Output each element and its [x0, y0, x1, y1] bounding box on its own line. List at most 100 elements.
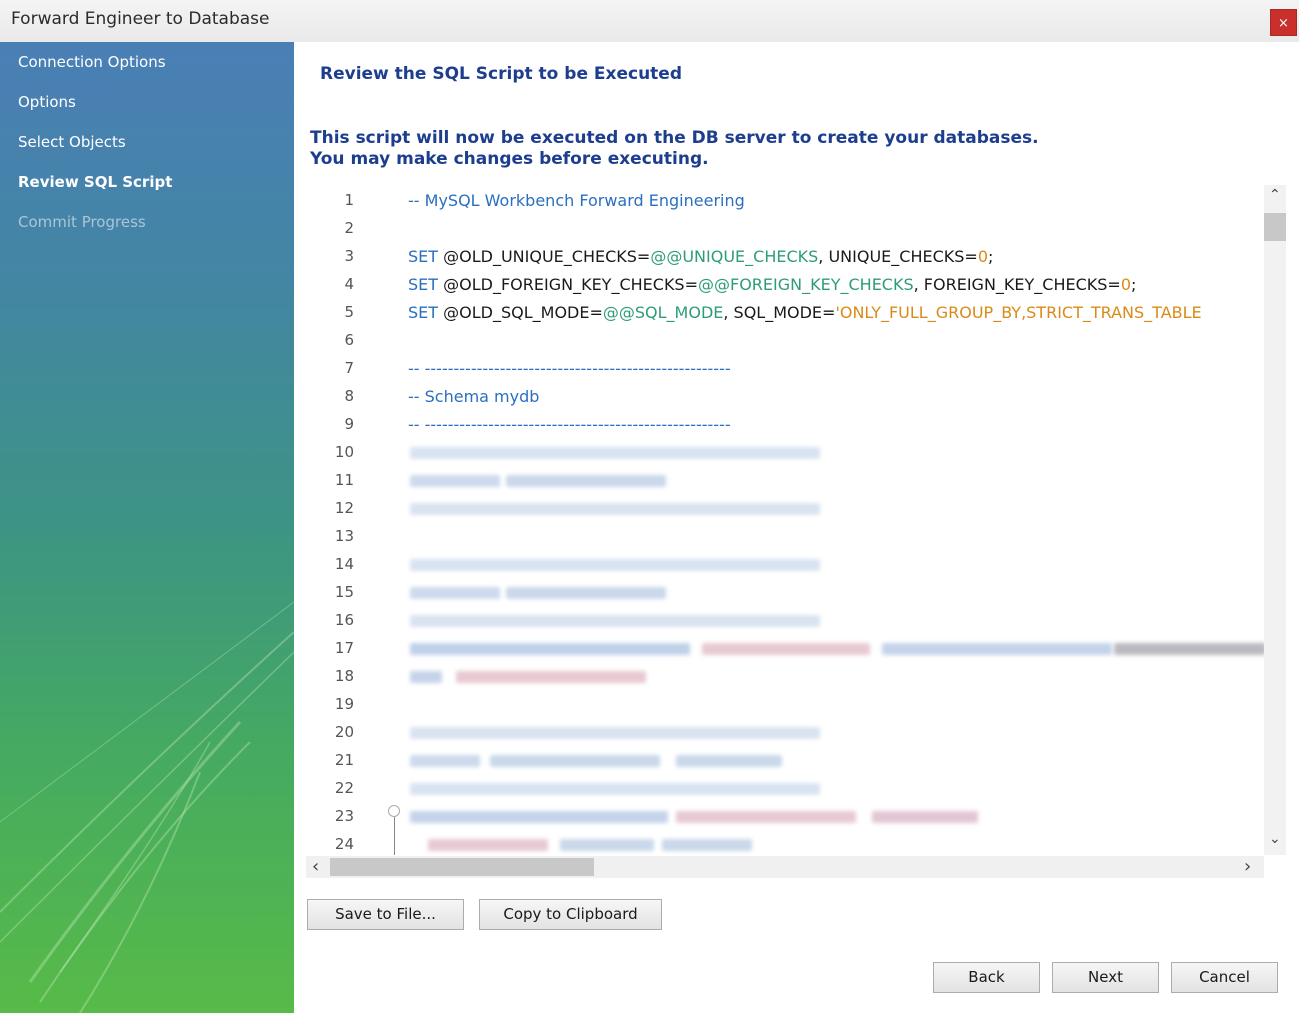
redacted-code: [410, 811, 668, 823]
line-number: 21: [334, 751, 354, 769]
sql-keyword: SET: [408, 247, 439, 266]
line-number: 4: [344, 275, 354, 293]
code-line-blurred: 16: [306, 605, 1266, 633]
sql-text: @OLD_FOREIGN_KEY_CHECKS=: [443, 275, 698, 294]
code-line-blurred: 11: [306, 465, 1266, 493]
copy-to-clipboard-button[interactable]: Copy to Clipboard: [479, 899, 662, 930]
scroll-down-icon[interactable]: ⌄: [1269, 831, 1281, 847]
scroll-up-icon[interactable]: ⌃: [1269, 187, 1281, 203]
code-line-blurred: 21: [306, 745, 1266, 773]
fold-guide: [394, 817, 395, 855]
code-line-blurred: 20: [306, 717, 1266, 745]
line-number: 7: [344, 359, 354, 377]
redacted-code: [410, 447, 820, 459]
line-number: 24: [334, 835, 354, 853]
cancel-button[interactable]: Cancel: [1171, 962, 1278, 993]
sql-text: @OLD_UNIQUE_CHECKS=: [443, 247, 651, 266]
sql-keyword: SET: [408, 275, 439, 294]
redacted-code: [560, 839, 654, 851]
horizontal-scroll-thumb[interactable]: [330, 858, 594, 876]
redacted-code: [410, 615, 820, 627]
close-button[interactable]: ×: [1270, 9, 1297, 36]
scroll-right-icon[interactable]: ›: [1244, 856, 1251, 877]
sql-text: ;: [1131, 275, 1137, 294]
intro-text: This script will now be executed on the …: [310, 128, 1039, 170]
back-button[interactable]: Back: [933, 962, 1040, 993]
code-line-blurred: 17: [306, 633, 1266, 661]
next-button-label: Next: [1088, 968, 1123, 986]
line-number: 23: [334, 807, 354, 825]
code-line: 1 -- MySQL Workbench Forward Engineering: [306, 185, 1266, 213]
code-line-blurred: 22: [306, 773, 1266, 801]
code-text: SET @OLD_SQL_MODE=@@SQL_MODE, SQL_MODE='…: [408, 303, 1202, 322]
sql-keyword: SET: [408, 303, 439, 322]
sql-text: , SQL_MODE=: [723, 303, 836, 322]
code-line: 2: [306, 213, 1266, 241]
code-line-blurred: 14: [306, 549, 1266, 577]
code-comment: -- -------------------------------------…: [408, 359, 731, 378]
redacted-code: [882, 643, 1112, 655]
sql-number: 0: [977, 247, 988, 266]
fold-toggle-icon[interactable]: [388, 805, 400, 817]
line-number: 3: [344, 247, 354, 265]
redacted-code: [410, 475, 500, 487]
sql-number: 0: [1120, 275, 1132, 294]
sidebar-item-select-objects[interactable]: Select Objects: [18, 133, 126, 151]
next-button[interactable]: Next: [1052, 962, 1159, 993]
sql-text: , FOREIGN_KEY_CHECKS=: [913, 275, 1121, 294]
wizard-sidebar: Connection Options Options Select Object…: [0, 42, 294, 1013]
horizontal-scrollbar[interactable]: ‹ ›: [306, 856, 1264, 878]
sql-text: ;: [988, 247, 994, 266]
code-line-blurred: 23: [306, 801, 1266, 829]
redacted-code: [506, 475, 666, 487]
redacted-code: [676, 811, 856, 823]
code-line-blurred: 15: [306, 577, 1266, 605]
redacted-code: [410, 559, 820, 571]
line-number: 16: [334, 611, 354, 629]
sql-text: @OLD_SQL_MODE=: [443, 303, 603, 322]
line-number: 6: [344, 331, 354, 349]
redacted-code: [702, 643, 870, 655]
line-number: 20: [334, 723, 354, 741]
line-number: 18: [334, 667, 354, 685]
sql-text: , UNIQUE_CHECKS=: [818, 247, 978, 266]
redacted-code: [1114, 643, 1266, 655]
redacted-code: [506, 587, 666, 599]
redacted-code: [410, 643, 690, 655]
code-line: 8 -- Schema mydb: [306, 381, 1266, 409]
line-number: 1: [344, 191, 354, 209]
redacted-code: [676, 755, 782, 767]
window-title: Forward Engineer to Database: [11, 9, 270, 29]
sql-editor[interactable]: 1 -- MySQL Workbench Forward Engineering…: [306, 185, 1286, 855]
code-line: 3 SET @OLD_UNIQUE_CHECKS=@@UNIQUE_CHECKS…: [306, 241, 1266, 269]
redacted-code: [410, 783, 820, 795]
redacted-code: [490, 755, 660, 767]
code-line: 6: [306, 325, 1266, 353]
sidebar-item-review-sql-script[interactable]: Review SQL Script: [18, 173, 172, 191]
vertical-scroll-thumb[interactable]: [1264, 213, 1286, 241]
code-line-blurred: 13: [306, 521, 1266, 549]
back-button-label: Back: [968, 968, 1005, 986]
code-comment: -- MySQL Workbench Forward Engineering: [408, 191, 745, 210]
redacted-code: [428, 839, 548, 851]
sidebar-item-options[interactable]: Options: [18, 93, 76, 111]
code-line: 4 SET @OLD_FOREIGN_KEY_CHECKS=@@FOREIGN_…: [306, 269, 1266, 297]
sidebar-item-connection-options[interactable]: Connection Options: [18, 53, 166, 71]
line-number: 2: [344, 219, 354, 237]
sql-variable: @@FOREIGN_KEY_CHECKS: [698, 275, 914, 294]
vertical-scrollbar[interactable]: ⌃ ⌄: [1264, 185, 1286, 855]
save-to-file-button[interactable]: Save to File...: [307, 899, 464, 930]
code-text: SET @OLD_FOREIGN_KEY_CHECKS=@@FOREIGN_KE…: [408, 275, 1136, 294]
line-number: 19: [334, 695, 354, 713]
redacted-code: [872, 811, 978, 823]
code-line: 9 -- -----------------------------------…: [306, 409, 1266, 437]
redacted-code: [456, 671, 646, 683]
scroll-left-icon[interactable]: ‹: [312, 856, 319, 877]
redacted-code: [410, 587, 500, 599]
line-number: 22: [334, 779, 354, 797]
redacted-code: [410, 755, 480, 767]
line-number: 8: [344, 387, 354, 405]
code-line-blurred: 12: [306, 493, 1266, 521]
line-number: 9: [344, 415, 354, 433]
line-number: 14: [334, 555, 354, 573]
